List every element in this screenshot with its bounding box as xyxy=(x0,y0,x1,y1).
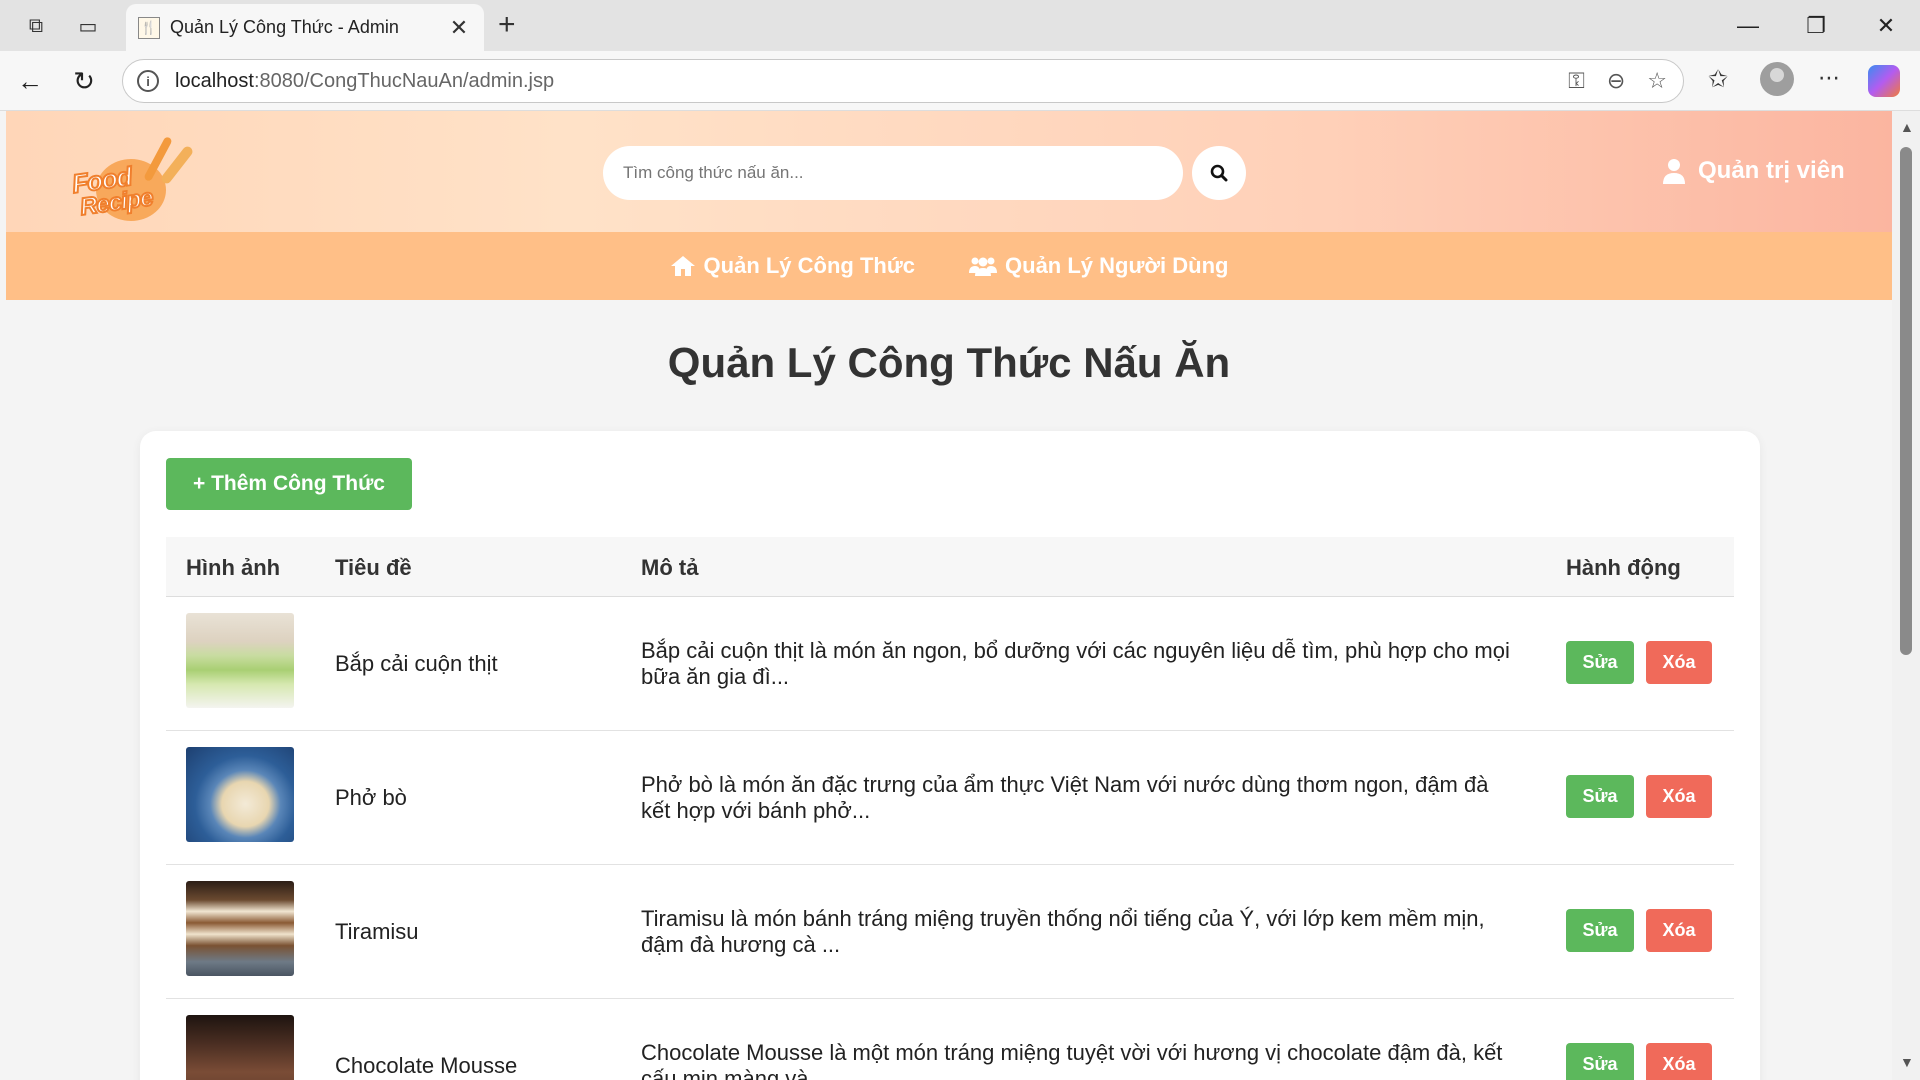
favorite-star-icon[interactable]: ☆ xyxy=(1647,68,1667,94)
browser-tab-active[interactable]: 🍴 Quản Lý Công Thức - Admin ✕ xyxy=(126,4,484,51)
table-header: Hình ảnh Tiêu đề Mô tả Hành động xyxy=(166,537,1734,597)
admin-label: Quản trị viên xyxy=(1698,157,1845,184)
scroll-down-icon[interactable]: ▼ xyxy=(1900,1054,1914,1070)
recipe-description: Tiramisu là món bánh tráng miệng truyền … xyxy=(641,906,1485,957)
reload-icon[interactable]: ↻ xyxy=(66,63,102,99)
address-toolbar: ← ↻ i localhost:8080/CongThucNauAn/admin… xyxy=(0,51,1920,111)
edit-button[interactable]: Sửa xyxy=(1566,775,1634,818)
copilot-icon[interactable] xyxy=(1868,65,1900,97)
search-box xyxy=(603,146,1183,200)
workspaces-icon[interactable]: ⧉ xyxy=(20,10,52,42)
recipe-title: Chocolate Mousse xyxy=(335,1053,518,1078)
delete-button[interactable]: Xóa xyxy=(1646,775,1712,818)
new-tab-icon[interactable]: + xyxy=(498,10,516,40)
menu-item-recipes[interactable]: Quản Lý Công Thức xyxy=(670,253,915,279)
site-info-icon[interactable]: i xyxy=(137,70,159,92)
food-recipe-logo[interactable]: Food Recipe xyxy=(66,129,196,222)
recipe-description: Chocolate Mousse là một món tráng miệng … xyxy=(641,1040,1503,1080)
edit-button[interactable]: Sửa xyxy=(1566,641,1634,684)
key-icon[interactable]: ⚿ xyxy=(1568,68,1585,94)
tab-title: Quản Lý Công Thức - Admin xyxy=(170,17,399,37)
add-recipe-button[interactable]: + Thêm Công Thức xyxy=(166,458,412,510)
favicon-icon: 🍴 xyxy=(138,16,160,39)
close-window-icon[interactable]: ✕ xyxy=(1852,0,1920,51)
recipe-title: Tiramisu xyxy=(335,919,419,944)
user-icon xyxy=(1663,159,1685,184)
restore-icon[interactable]: ❐ xyxy=(1782,0,1850,51)
header-actions: Hành động xyxy=(1566,555,1681,580)
menu-item-users[interactable]: Quản Lý Người Dùng xyxy=(969,253,1228,279)
main-menu: Quản Lý Công Thức Quản Lý Người Dùng xyxy=(6,232,1892,300)
page-title: Quản Lý Công Thức Nấu Ăn xyxy=(667,339,1231,386)
delete-button[interactable]: Xóa xyxy=(1646,641,1712,684)
header-description: Mô tả xyxy=(641,555,699,580)
scroll-up-icon[interactable]: ▲ xyxy=(1900,119,1914,135)
search-input[interactable] xyxy=(623,163,1183,183)
admin-user-menu[interactable]: Quản trị viên xyxy=(1662,157,1845,185)
edit-button[interactable]: Sửa xyxy=(1566,1043,1634,1080)
tab-close-icon[interactable]: ✕ xyxy=(446,15,472,41)
recipe-title: Bắp cải cuộn thịt xyxy=(335,651,498,676)
more-menu-icon[interactable]: ⋯ xyxy=(1818,65,1840,91)
table-row: Bắp cải cuộn thịt Bắp cải cuộn thịt là m… xyxy=(166,597,1734,731)
search-button[interactable] xyxy=(1192,146,1246,200)
delete-button[interactable]: Xóa xyxy=(1646,1043,1712,1080)
recipe-image xyxy=(186,747,294,842)
delete-button[interactable]: Xóa xyxy=(1646,909,1712,952)
page-scrollbar[interactable]: ▲ ▼ xyxy=(1892,111,1920,1080)
site-header: Food Recipe Quản trị viên xyxy=(6,111,1892,232)
users-icon xyxy=(969,257,998,276)
browser-tab-bar: ⧉ ▭ 🍴 Quản Lý Công Thức - Admin ✕ + — ❐ … xyxy=(0,0,1920,51)
table-row: Chocolate Mousse Chocolate Mousse là một… xyxy=(166,999,1734,1080)
recipe-image xyxy=(186,1015,294,1080)
table-row: Phở bò Phở bò là món ăn đặc trưng của ẩm… xyxy=(166,731,1734,865)
url-text[interactable]: localhost:8080/CongThucNauAn/admin.jsp xyxy=(175,70,554,93)
edit-button[interactable]: Sửa xyxy=(1566,909,1634,952)
zoom-out-icon[interactable]: ⊖ xyxy=(1607,68,1625,94)
scrollbar-thumb[interactable] xyxy=(1900,147,1912,655)
table-row: Tiramisu Tiramisu là món bánh tráng miện… xyxy=(166,865,1734,999)
recipe-description: Phở bò là món ăn đặc trưng của ẩm thực V… xyxy=(641,772,1489,823)
search-icon xyxy=(1210,164,1228,182)
favorites-icon[interactable]: ✩ xyxy=(1708,65,1728,94)
url-bar[interactable]: i localhost:8080/CongThucNauAn/admin.jsp… xyxy=(122,59,1684,103)
back-icon[interactable]: ← xyxy=(12,63,48,99)
header-title: Tiêu đề xyxy=(335,555,412,580)
page-viewport: Food Recipe Quản trị viên Quản Lý Công xyxy=(6,111,1892,1080)
recipe-description: Bắp cải cuộn thịt là món ăn ngon, bổ dưỡ… xyxy=(641,638,1510,689)
minimize-icon[interactable]: — xyxy=(1714,0,1782,51)
home-icon xyxy=(670,256,695,276)
recipe-table-card: + Thêm Công Thức Hình ảnh Tiêu đề Mô tả … xyxy=(140,431,1760,1080)
profile-avatar-icon[interactable] xyxy=(1760,62,1794,96)
recipe-title: Phở bò xyxy=(335,785,407,810)
header-image: Hình ảnh xyxy=(186,555,281,580)
recipe-image xyxy=(186,881,294,976)
recipe-image xyxy=(186,613,294,708)
vertical-tabs-icon[interactable]: ▭ xyxy=(72,10,104,42)
